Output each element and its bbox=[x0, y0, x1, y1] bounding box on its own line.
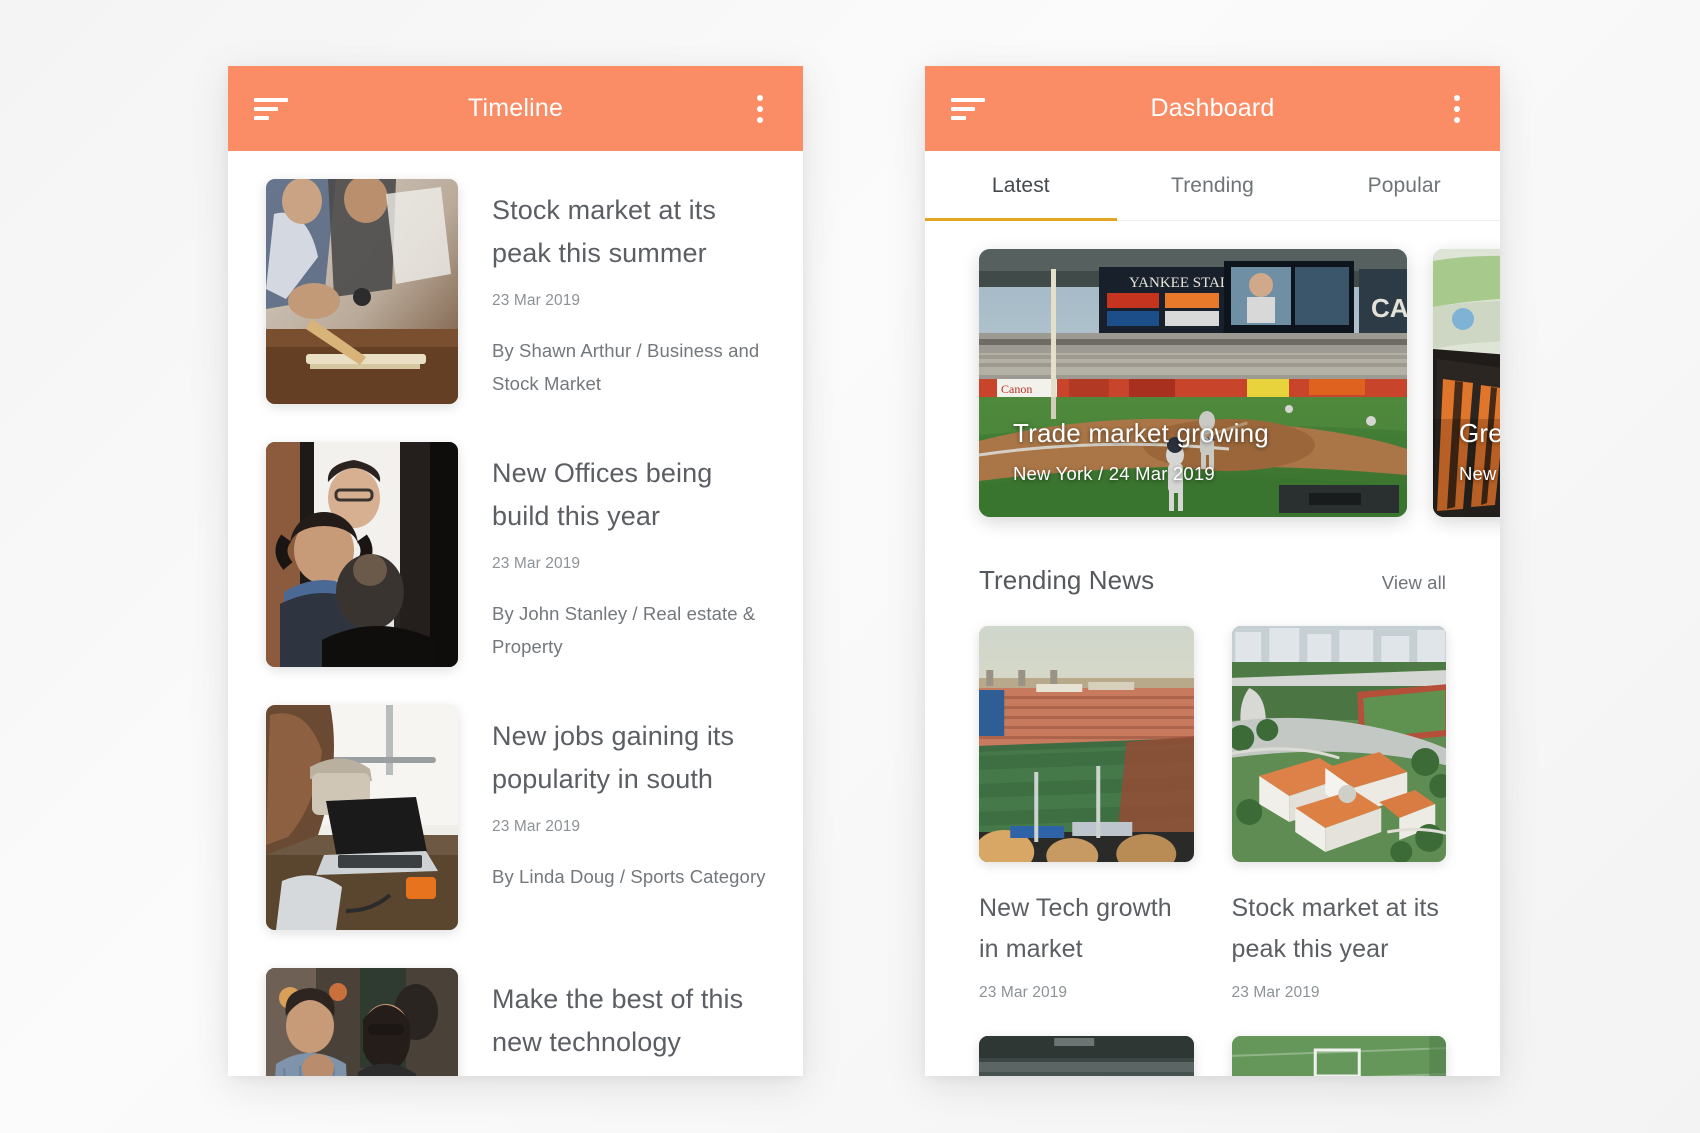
article-title: Stock market at its peak this summer bbox=[492, 195, 716, 268]
article-text-block: New Offices being build this year 23 Mar… bbox=[458, 442, 769, 663]
article-text-block: New jobs gaining its popularity in south… bbox=[458, 705, 769, 893]
dashboard-tabs: Latest Trending Popular bbox=[925, 151, 1500, 221]
timeline-phone-screen: Timeline Stock market at its peak this s… bbox=[228, 66, 803, 1076]
hero-caption: Trade market growing New York / 24 Mar 2… bbox=[1013, 418, 1269, 485]
news-date: 23 Mar 2019 bbox=[979, 984, 1068, 1001]
article-thumbnail bbox=[266, 179, 458, 404]
more-vertical-icon[interactable] bbox=[743, 94, 777, 124]
hero-carousel[interactable]: YANKEE STADIUM CA Canon 34 Trade market … bbox=[925, 221, 1500, 517]
article-date: 23 Mar 2019 bbox=[492, 818, 581, 835]
article-title: New Offices being build this year bbox=[492, 458, 713, 531]
article-date: 23 Mar 2019 bbox=[492, 555, 581, 572]
trending-news-grid: New Tech growth in market 23 Mar 2019 St… bbox=[925, 596, 1500, 1002]
news-thumbnail bbox=[1231, 626, 1446, 862]
news-thumbnail bbox=[979, 626, 1194, 862]
article-byline: By Shawn Arthur / Business and Stock Mar… bbox=[492, 340, 760, 394]
list-item[interactable]: New jobs gaining its popularity in south… bbox=[228, 705, 803, 930]
tab-popular[interactable]: Popular bbox=[1308, 151, 1500, 220]
article-thumbnail bbox=[266, 705, 458, 930]
svg-text:Canon: Canon bbox=[1001, 382, 1032, 396]
dashboard-phone-screen: Dashboard Latest Trending Popular YANKEE… bbox=[925, 66, 1500, 1076]
hero-card[interactable]: YANKEE STADIUM CA Canon 34 Trade market … bbox=[979, 249, 1407, 517]
hero-card[interactable]: Gre New bbox=[1433, 249, 1500, 517]
news-card[interactable]: New Tech growth in market 23 Mar 2019 bbox=[979, 626, 1194, 1002]
timeline-title: Timeline bbox=[467, 94, 564, 122]
dashboard-content: YANKEE STADIUM CA Canon 34 Trade market … bbox=[925, 221, 1500, 1076]
hamburger-icon[interactable] bbox=[951, 96, 985, 122]
hamburger-icon[interactable] bbox=[254, 96, 288, 122]
article-date: 23 Mar 2019 bbox=[492, 292, 581, 309]
article-text-block: Make the best of this new technology bbox=[458, 968, 769, 1076]
article-text-block: Stock market at its peak this summer 23 … bbox=[458, 179, 769, 400]
section-title: Trending News bbox=[979, 565, 1155, 595]
article-byline: By Linda Doug / Sports Category bbox=[492, 866, 766, 887]
news-card[interactable] bbox=[1231, 1036, 1446, 1076]
timeline-appbar: Timeline bbox=[228, 66, 803, 151]
trending-news-grid-row2 bbox=[925, 1002, 1500, 1076]
news-thumbnail bbox=[979, 1036, 1194, 1076]
news-title: New Tech growth in market bbox=[979, 894, 1172, 963]
mockup-canvas: Timeline Stock market at its peak this s… bbox=[0, 0, 1700, 1133]
list-item[interactable]: Stock market at its peak this summer 23 … bbox=[228, 179, 803, 404]
news-date: 23 Mar 2019 bbox=[1231, 984, 1320, 1001]
hero-meta: New bbox=[1459, 463, 1497, 484]
more-vertical-icon[interactable] bbox=[1440, 94, 1474, 124]
news-title: Stock market at its peak this year bbox=[1231, 894, 1440, 963]
view-all-link[interactable]: View all bbox=[1382, 572, 1446, 594]
list-item[interactable]: Make the best of this new technology bbox=[228, 968, 803, 1076]
tab-trending[interactable]: Trending bbox=[1117, 151, 1309, 220]
article-title: Make the best of this new technology bbox=[492, 984, 744, 1057]
news-thumbnail bbox=[1231, 1036, 1446, 1076]
hero-meta: New York / 24 Mar 2019 bbox=[1013, 463, 1215, 484]
hero-caption: Gre New bbox=[1459, 418, 1500, 485]
news-card[interactable] bbox=[979, 1036, 1194, 1076]
article-byline: By John Stanley / Real estate & Property bbox=[492, 603, 756, 657]
hero-title: Gre bbox=[1459, 418, 1500, 448]
news-card[interactable]: Stock market at its peak this year 23 Ma… bbox=[1231, 626, 1446, 1002]
svg-text:CA: CA bbox=[1371, 293, 1407, 323]
dashboard-appbar: Dashboard bbox=[925, 66, 1500, 151]
timeline-article-list[interactable]: Stock market at its peak this summer 23 … bbox=[228, 151, 803, 1076]
dashboard-title: Dashboard bbox=[1150, 94, 1275, 122]
hero-title: Trade market growing bbox=[1013, 418, 1269, 448]
list-item[interactable]: New Offices being build this year 23 Mar… bbox=[228, 442, 803, 667]
article-title: New jobs gaining its popularity in south bbox=[492, 721, 735, 794]
article-thumbnail bbox=[266, 968, 458, 1076]
trending-section-header: Trending News View all bbox=[925, 517, 1500, 596]
tab-latest[interactable]: Latest bbox=[925, 151, 1117, 221]
article-thumbnail bbox=[266, 442, 458, 667]
